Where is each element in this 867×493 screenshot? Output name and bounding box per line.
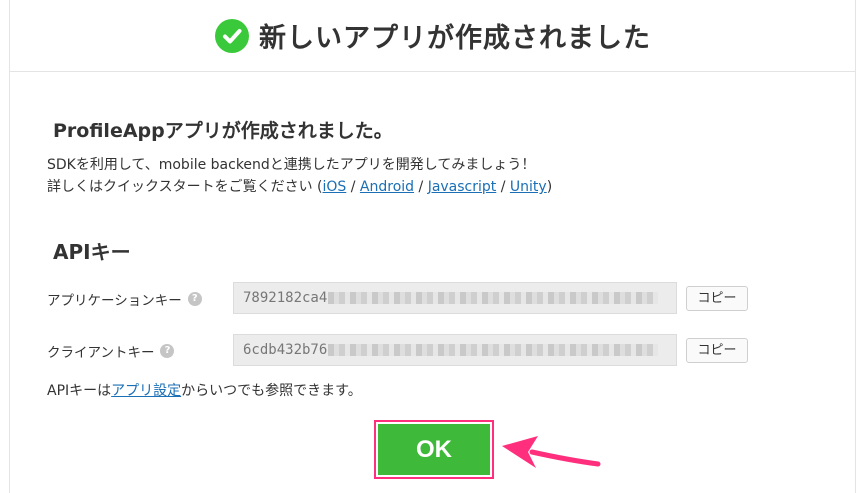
dialog-header: 新しいアプリが作成されました: [10, 0, 856, 72]
client-key-label: クライアントキー ?: [47, 341, 175, 361]
note-suffix: からいつでも参照できます。: [181, 383, 362, 399]
api-key-note: APIキーはアプリ設定からいつでも参照できます。: [47, 380, 362, 400]
link-javascript[interactable]: Javascript: [428, 179, 497, 195]
redacted-key-blur: [328, 292, 659, 304]
copy-application-key-button[interactable]: コピー: [686, 286, 748, 311]
app-created-message: ProfileAppアプリが作成されました。: [53, 120, 393, 142]
copy-client-key-button[interactable]: コピー: [686, 338, 748, 363]
description-prefix: 詳しくはクイックスタートをご覧ください (: [47, 179, 323, 195]
help-icon[interactable]: ?: [187, 292, 202, 306]
ok-button-highlight: OK: [374, 420, 494, 479]
link-separator: /: [496, 179, 510, 195]
api-key-section-title: APIキー: [53, 240, 131, 264]
link-ios[interactable]: iOS: [323, 179, 347, 195]
link-unity[interactable]: Unity: [510, 179, 547, 195]
application-key-value: 7892182ca4: [243, 290, 328, 306]
help-icon[interactable]: ?: [160, 344, 175, 358]
check-circle-icon: [215, 18, 249, 53]
client-key-value: 6cdb432b76: [243, 342, 328, 358]
client-key-field[interactable]: 6cdb432b76: [233, 334, 677, 366]
description-suffix: ): [546, 179, 553, 195]
application-key-label: アプリケーションキー ?: [47, 289, 202, 309]
dialog-title: 新しいアプリが作成されました: [259, 23, 651, 54]
description-line-2: 詳しくはクイックスタートをご覧ください (iOS / Android / Jav…: [47, 176, 552, 198]
application-key-field[interactable]: 7892182ca4: [233, 282, 677, 314]
link-android[interactable]: Android: [360, 179, 414, 195]
client-key-label-text: クライアントキー: [47, 345, 155, 361]
pointer-arrow-icon: [502, 436, 601, 468]
redacted-key-blur: [328, 344, 659, 356]
description: SDKを利用して、mobile backendと連携したアプリを開発してみましょ…: [47, 154, 552, 198]
ok-button[interactable]: OK: [378, 424, 490, 475]
link-separator: /: [414, 179, 428, 195]
application-key-label-text: アプリケーションキー: [47, 293, 182, 309]
link-separator: /: [346, 179, 360, 195]
app-settings-link[interactable]: アプリ設定: [111, 383, 181, 399]
note-prefix: APIキーは: [47, 383, 112, 399]
description-line-1: SDKを利用して、mobile backendと連携したアプリを開発してみましょ…: [47, 157, 536, 173]
